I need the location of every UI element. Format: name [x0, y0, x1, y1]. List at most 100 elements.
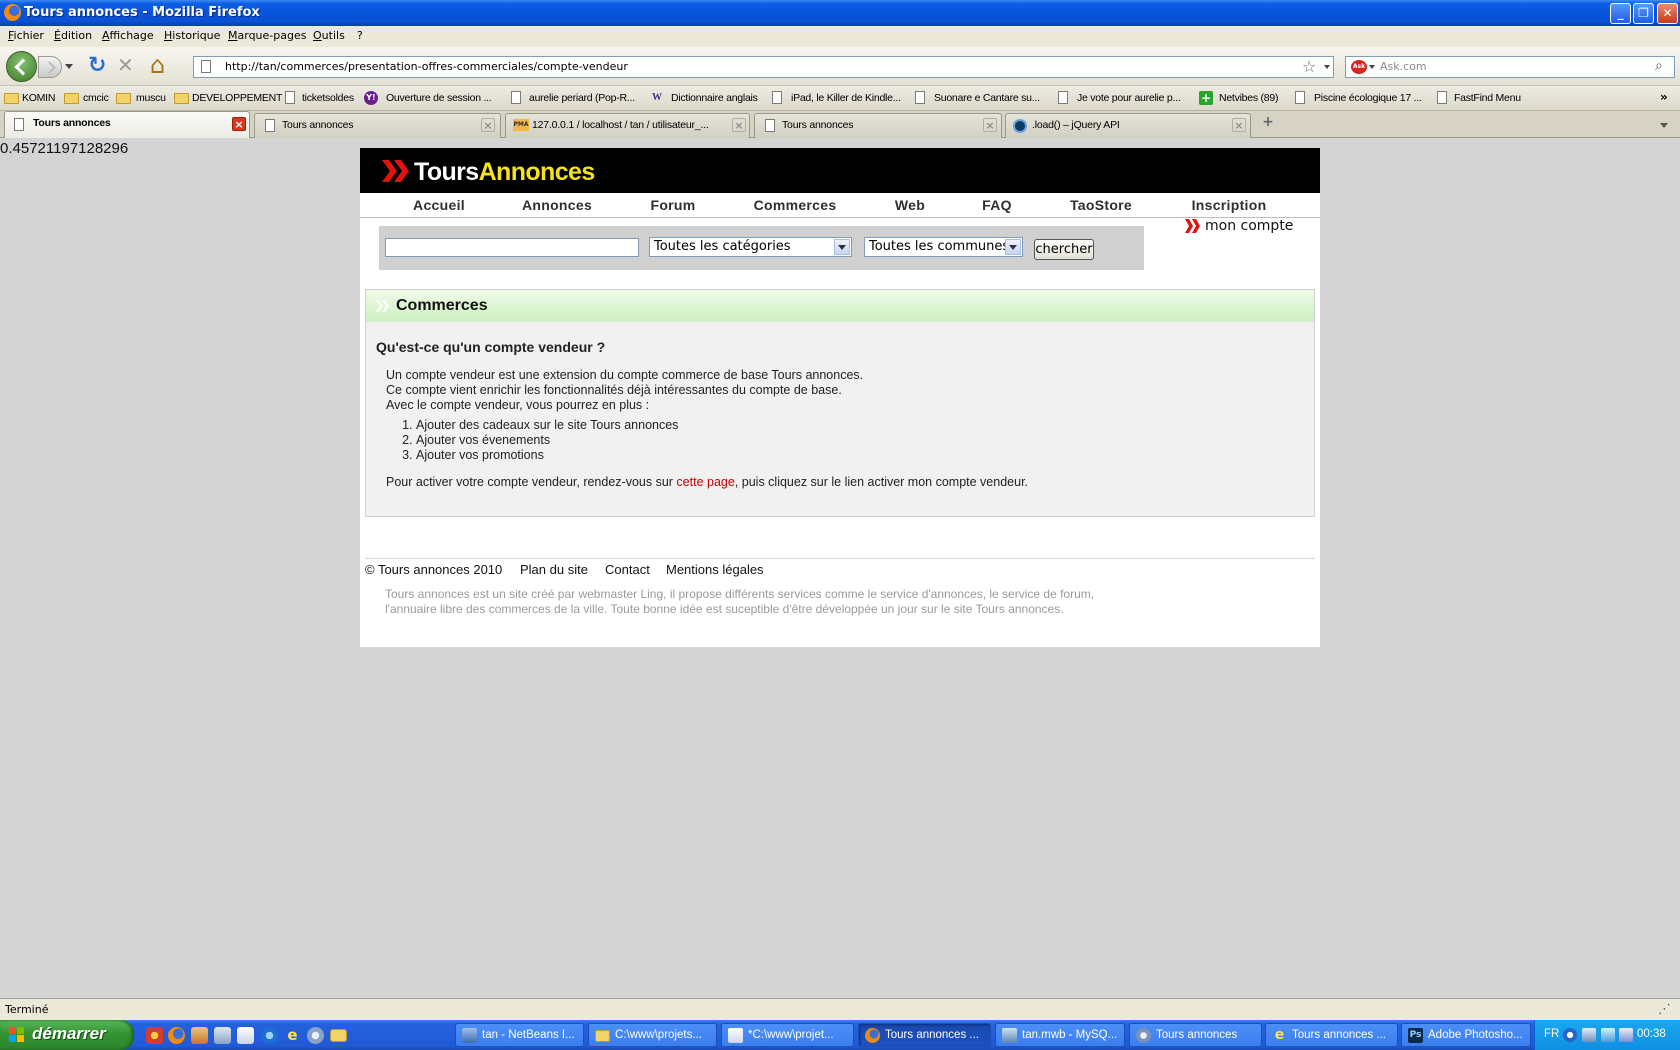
task-browser-tours-annonces[interactable]: Tours annonces: [1129, 1023, 1262, 1047]
bookmark-fastfind[interactable]: FastFind Menu: [1454, 92, 1521, 104]
logo-part-annonces: Annonces: [478, 158, 596, 186]
nav-commerces[interactable]: Commerces: [754, 197, 837, 213]
close-tab-icon[interactable]: ×: [481, 118, 495, 132]
task-ie-tours-annonces[interactable]: e Tours annonces ...: [1265, 1023, 1398, 1047]
menu-marque-pages[interactable]: Marque-pages: [228, 29, 306, 42]
task-mysql-workbench[interactable]: tan.mwb - MySQ...: [995, 1023, 1125, 1047]
stop-icon[interactable]: ✕: [117, 53, 134, 77]
tool-icon[interactable]: [214, 1027, 231, 1044]
task-editor[interactable]: *C:\www\projet...: [721, 1023, 854, 1047]
clock[interactable]: 00:38: [1637, 1028, 1666, 1040]
nav-taostore[interactable]: TaoStore: [1070, 197, 1132, 213]
firefox-icon[interactable]: [168, 1027, 185, 1044]
menu-outils[interactable]: Outils: [313, 29, 345, 42]
bookmark-muscu[interactable]: muscu: [136, 92, 166, 104]
bookmark-aurelie-periard[interactable]: aurelie periard (Pop-R...: [529, 92, 635, 104]
footer-link-mentions-legales[interactable]: Mentions légales: [666, 562, 764, 577]
chrome-icon[interactable]: [146, 1027, 163, 1044]
history-dropdown-icon[interactable]: [65, 64, 73, 69]
nav-forum[interactable]: Forum: [650, 197, 695, 213]
forward-button[interactable]: [38, 56, 62, 78]
tab-phpmyadmin[interactable]: PMA 127.0.0.1 / localhost / tan / utilis…: [505, 113, 750, 138]
footer-link-contact[interactable]: Contact: [605, 562, 650, 577]
cette-page-link[interactable]: cette page: [676, 475, 734, 489]
bookmark-piscine[interactable]: Piscine écologique 17 ...: [1314, 92, 1422, 104]
resize-grip-icon[interactable]: ⋰: [1658, 1002, 1671, 1017]
keyword-input[interactable]: [385, 238, 639, 257]
hardware-icon[interactable]: [1601, 1028, 1615, 1042]
bookmark-ticketsoldes[interactable]: ticketsoldes: [302, 92, 354, 104]
search-button[interactable]: chercher: [1034, 239, 1094, 260]
menu-help[interactable]: ?: [357, 29, 363, 42]
category-select[interactable]: Toutes les catégories: [649, 237, 852, 257]
menu-edition[interactable]: Édition: [54, 29, 92, 42]
chevron-down-icon[interactable]: [1005, 239, 1021, 255]
tray-chevron-icon[interactable]: [1563, 1028, 1577, 1042]
folder-icon[interactable]: [330, 1029, 347, 1042]
commune-select[interactable]: Toutes les communes: [864, 237, 1023, 257]
window-title-bar[interactable]: Tours annonces - Mozilla Firefox _ ❐ ✕: [0, 0, 1680, 26]
security-icon[interactable]: [1619, 1028, 1633, 1042]
bookmark-ipad[interactable]: iPad, le Killer de Kindle...: [791, 92, 901, 104]
tab-tours-annonces-2[interactable]: Tours annonces ×: [254, 113, 501, 138]
close-window-button[interactable]: ✕: [1657, 3, 1678, 24]
reload-icon[interactable]: ↻: [88, 53, 106, 78]
search-placeholder[interactable]: Ask.com: [1380, 60, 1427, 73]
bookmark-cmcic[interactable]: cmcic: [83, 92, 109, 104]
bookmark-developpement[interactable]: DEVELOPPEMENT: [192, 92, 282, 104]
close-tab-icon[interactable]: ×: [983, 118, 997, 132]
search-icon[interactable]: ⌕: [1655, 58, 1663, 74]
footer-link-plan-du-site[interactable]: Plan du site: [520, 562, 588, 577]
menu-historique[interactable]: Historique: [164, 29, 220, 42]
bookmark-ouverture-session[interactable]: Ouverture de session ...: [386, 92, 492, 104]
nav-web[interactable]: Web: [895, 197, 925, 213]
chevron-down-icon[interactable]: [834, 239, 850, 255]
bookmark-netvibes[interactable]: Netvibes (89): [1219, 92, 1278, 104]
tab-tours-annonces-4[interactable]: Tours annonces ×: [754, 113, 1002, 138]
tab-tours-annonces-active[interactable]: Tours annonces ×: [4, 111, 250, 139]
menu-bar: Fichier Édition Affichage Historique Mar…: [0, 26, 1680, 47]
close-tab-icon[interactable]: ×: [732, 118, 746, 132]
bookmarks-overflow-icon[interactable]: »: [1660, 90, 1668, 104]
nav-accueil[interactable]: Accueil: [413, 197, 465, 213]
tab-list-dropdown-icon[interactable]: [1660, 123, 1668, 128]
task-netbeans[interactable]: tan - NetBeans I...: [455, 1023, 584, 1047]
search-engine-dropdown-icon[interactable]: [1369, 65, 1375, 69]
tab-jquery-load[interactable]: .load() – jQuery API ×: [1005, 113, 1251, 138]
task-photoshop[interactable]: Ps Adobe Photosho...: [1401, 1023, 1531, 1047]
url-bar[interactable]: http://tan/commerces/presentation-offres…: [193, 56, 1334, 78]
new-tab-button[interactable]: +: [1254, 114, 1282, 136]
back-button[interactable]: [6, 51, 37, 82]
site-logo[interactable]: ToursAnnonces: [414, 158, 595, 187]
network-icon[interactable]: [307, 1027, 324, 1044]
menu-fichier[interactable]: Fichier: [8, 29, 44, 42]
ie-alt-icon[interactable]: e: [284, 1027, 301, 1044]
calendar-icon[interactable]: [237, 1027, 254, 1044]
bookmark-dictionnaire[interactable]: Dictionnaire anglais: [671, 92, 758, 104]
ie-icon[interactable]: [261, 1027, 278, 1044]
bookmark-star-icon[interactable]: ☆: [1302, 57, 1316, 76]
url-dropdown-icon[interactable]: [1324, 65, 1330, 69]
menu-affichage[interactable]: Affichage: [102, 29, 154, 42]
ask-icon[interactable]: Ask: [1351, 60, 1367, 74]
close-tab-icon[interactable]: ×: [232, 117, 246, 131]
nav-annonces[interactable]: Annonces: [522, 197, 592, 213]
search-box[interactable]: Ask Ask.com ⌕: [1345, 56, 1675, 78]
bookmark-suonare[interactable]: Suonare e Cantare su...: [934, 92, 1040, 104]
start-button[interactable]: démarrer: [0, 1020, 134, 1050]
url-text[interactable]: http://tan/commerces/presentation-offres…: [225, 60, 628, 73]
network-icon[interactable]: [1582, 1028, 1596, 1042]
language-indicator[interactable]: FR: [1544, 1028, 1559, 1040]
maximize-button[interactable]: ❐: [1633, 3, 1654, 24]
nav-faq[interactable]: FAQ: [982, 197, 1012, 213]
close-tab-icon[interactable]: ×: [1232, 118, 1246, 132]
task-firefox-tours-annonces[interactable]: Tours annonces ...: [858, 1023, 991, 1047]
nav-inscription[interactable]: Inscription: [1192, 197, 1267, 213]
minimize-button[interactable]: _: [1610, 3, 1631, 24]
home-icon[interactable]: ⌂: [150, 51, 165, 79]
account-link-label[interactable]: mon compte: [1205, 218, 1293, 234]
bookmark-je-vote[interactable]: Je vote pour aurelie p...: [1077, 92, 1181, 104]
bookmark-komin[interactable]: KOMIN: [22, 92, 55, 104]
user-icon[interactable]: [191, 1027, 208, 1044]
task-explorer-projets[interactable]: C:\www\projets...: [588, 1023, 717, 1047]
